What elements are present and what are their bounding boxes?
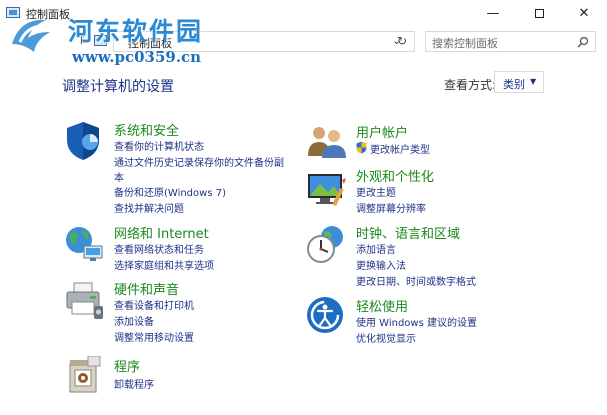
- shield-icon[interactable]: [64, 120, 102, 162]
- search-input[interactable]: 搜索控制面板: [425, 31, 596, 52]
- category-link[interactable]: 卸载程序: [114, 376, 154, 391]
- category-title[interactable]: 时钟、语言和区域: [356, 223, 460, 242]
- category-title[interactable]: 用户帐户: [356, 122, 408, 141]
- category-link[interactable]: 使用 Windows 建议的设置: [356, 314, 477, 329]
- watermark-url: www.pc0359.cn: [72, 48, 202, 66]
- category-link[interactable]: 查看你的计算机状态: [114, 138, 204, 153]
- category-title[interactable]: 硬件和声音: [114, 279, 179, 298]
- category-title[interactable]: 轻松使用: [356, 296, 408, 315]
- view-by-dropdown[interactable]: 类别 ▼: [494, 71, 544, 93]
- category-link[interactable]: 更改帐户类型: [356, 141, 430, 156]
- minimize-button[interactable]: —: [470, 0, 516, 27]
- maximize-button[interactable]: [516, 0, 562, 27]
- control-panel-window: 控制面板 — ✕ ↑ 控制面板 ⌄ ↻ 搜索控制面板 河东软件园 www.pc0…: [0, 0, 607, 415]
- ease-of-access-icon[interactable]: [306, 296, 344, 334]
- view-by-value: 类别: [503, 78, 525, 91]
- users-icon[interactable]: [306, 124, 348, 158]
- chevron-down-icon: ▼: [530, 77, 537, 86]
- category-link[interactable]: 添加语言: [356, 241, 396, 256]
- category-link[interactable]: 更改主题: [356, 184, 396, 199]
- category-link[interactable]: 查看网络状态和任务: [114, 241, 204, 256]
- category-link[interactable]: 调整常用移动设置: [114, 329, 194, 344]
- category-title[interactable]: 系统和安全: [114, 120, 179, 139]
- category-link[interactable]: 调整屏幕分辨率: [356, 200, 426, 215]
- category-link[interactable]: 通过文件历史记录保存你的文件备份副: [114, 154, 284, 169]
- maximize-icon: [534, 9, 544, 18]
- watermark-text: 河东软件园: [68, 17, 204, 46]
- category-link[interactable]: 优化视觉显示: [356, 330, 416, 345]
- watermark-logo-icon: [12, 19, 50, 52]
- category-link[interactable]: 查找并解决问题: [114, 200, 184, 215]
- search-placeholder: 搜索控制面板: [432, 37, 498, 50]
- category-link[interactable]: 添加设备: [114, 313, 154, 328]
- category-link[interactable]: 本: [114, 169, 124, 184]
- category-link[interactable]: 选择家庭组和共享选项: [114, 257, 214, 272]
- uac-shield-icon: [356, 141, 367, 154]
- category-link[interactable]: 更换输入法: [356, 257, 406, 272]
- category-title[interactable]: 网络和 Internet: [114, 223, 209, 242]
- refresh-icon[interactable]: ↻: [397, 34, 407, 48]
- close-button[interactable]: ✕: [561, 0, 607, 27]
- search-icon[interactable]: [577, 36, 589, 48]
- clock-globe-icon[interactable]: [306, 224, 346, 264]
- programs-icon[interactable]: [66, 356, 102, 394]
- network-globe-icon[interactable]: [64, 224, 104, 262]
- category-link[interactable]: 查看设备和打印机: [114, 297, 194, 312]
- page-title: 调整计算机的设置: [62, 79, 174, 95]
- category-link[interactable]: 更改日期、时间或数字格式: [356, 273, 476, 288]
- category-title[interactable]: 程序: [114, 356, 140, 375]
- category-link[interactable]: 备份和还原(Windows 7): [114, 184, 226, 199]
- printer-icon[interactable]: [64, 280, 104, 320]
- view-by-label: 查看方式:: [444, 78, 497, 92]
- category-link-text: 更改帐户类型: [370, 145, 430, 156]
- category-title[interactable]: 外观和个性化: [356, 166, 434, 185]
- monitor-paint-icon[interactable]: [306, 172, 348, 208]
